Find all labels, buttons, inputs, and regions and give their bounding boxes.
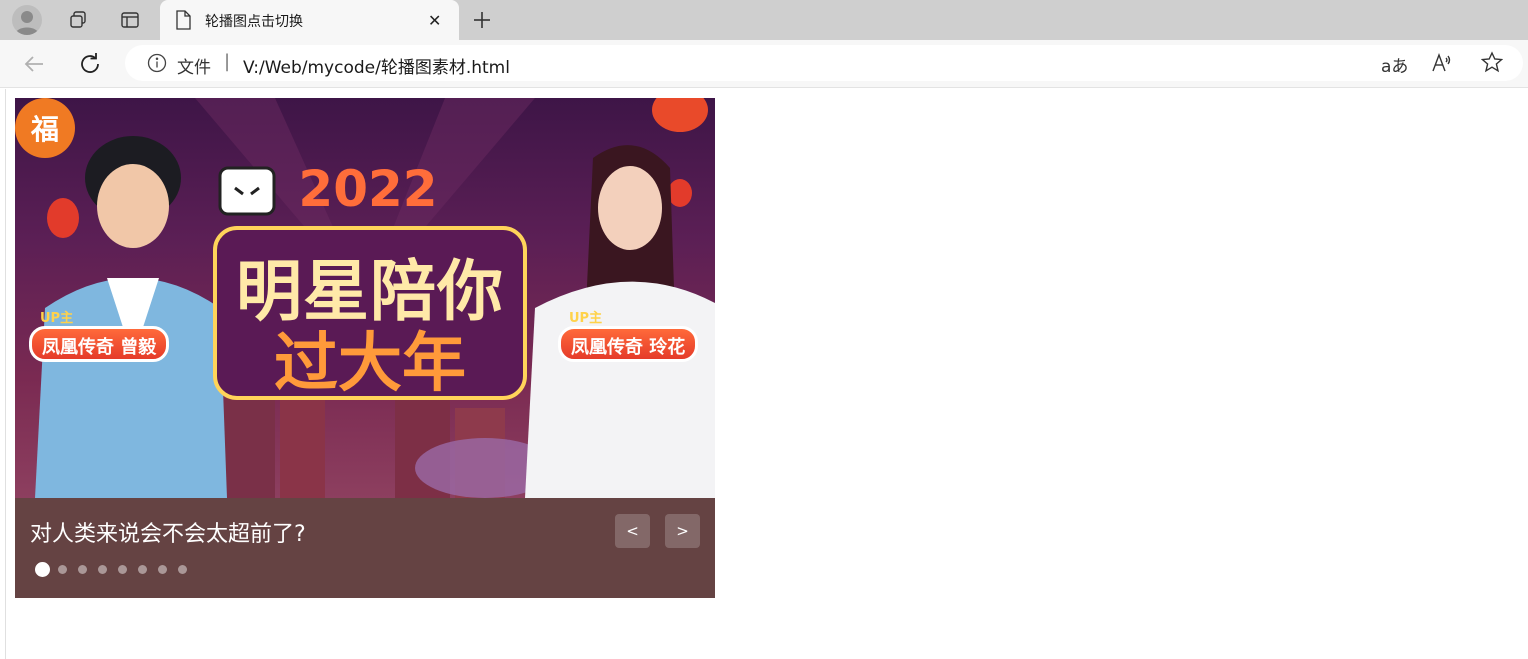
workspaces-icon[interactable]	[63, 5, 93, 35]
carousel-slide-image: 福 2022 明星陪你 过大年 UP主 凤凰传奇 曾毅 UP主 凤凰传奇 玲花	[15, 98, 715, 498]
prev-button[interactable]: <	[615, 514, 650, 548]
close-icon[interactable]: ✕	[428, 11, 441, 30]
new-tab-icon[interactable]	[467, 5, 497, 35]
address-bar[interactable]: 文件 | V:/Web/mycode/轮播图素材.html aあ	[125, 45, 1523, 81]
left-tag-up: UP主	[40, 311, 74, 326]
carousel-dot[interactable]	[118, 564, 127, 574]
left-tag: UP主 凤凰传奇 曾毅	[29, 311, 170, 362]
right-tag-up: UP主	[569, 311, 603, 326]
reload-icon[interactable]	[77, 51, 103, 81]
document-icon	[175, 10, 191, 34]
active-tab[interactable]: 轮播图点击切换 ✕	[160, 0, 459, 40]
carousel-indicators	[35, 561, 198, 577]
carousel-dot[interactable]	[78, 564, 87, 574]
banner-headline-2: 过大年	[274, 327, 466, 401]
carousel-dot[interactable]	[138, 564, 147, 574]
profile-icon[interactable]	[12, 5, 42, 35]
banner-year: 2022	[298, 160, 438, 218]
carousel-dot[interactable]	[35, 561, 50, 577]
back-icon[interactable]	[22, 52, 46, 80]
carousel-dot[interactable]	[98, 564, 107, 574]
tab-title: 轮播图点击切换	[205, 14, 303, 30]
url-text[interactable]: V:/Web/mycode/轮播图素材.html	[243, 53, 510, 78]
right-tag: UP主 凤凰传奇 玲花	[558, 311, 699, 362]
slide-caption: 对人类来说会不会太超前了?	[30, 522, 306, 547]
fu-badge: 福	[15, 98, 75, 158]
carousel: 福 2022 明星陪你 过大年 UP主 凤凰传奇 曾毅 UP主 凤凰传奇 玲花 …	[15, 98, 715, 598]
carousel-dot[interactable]	[158, 564, 167, 574]
carousel-dot[interactable]	[58, 564, 67, 574]
separator: |	[224, 51, 231, 72]
carousel-dot[interactable]	[178, 564, 187, 574]
toolbar: 文件 | V:/Web/mycode/轮播图素材.html aあ	[0, 40, 1528, 88]
favorite-icon[interactable]	[1480, 51, 1504, 78]
left-tag-text: 凤凰传奇 曾毅	[42, 337, 157, 358]
file-label: 文件	[177, 58, 211, 78]
next-button[interactable]: >	[665, 514, 700, 548]
tab-actions-icon[interactable]	[115, 5, 145, 35]
tab-strip: 轮播图点击切换 ✕	[0, 0, 1528, 40]
translate-icon[interactable]: aあ	[1381, 52, 1408, 77]
info-icon[interactable]	[147, 53, 167, 77]
right-tag-text: 凤凰传奇 玲花	[571, 337, 686, 358]
carousel-footer: 对人类来说会不会太超前了? < >	[15, 498, 715, 598]
read-aloud-icon[interactable]	[1431, 52, 1453, 79]
